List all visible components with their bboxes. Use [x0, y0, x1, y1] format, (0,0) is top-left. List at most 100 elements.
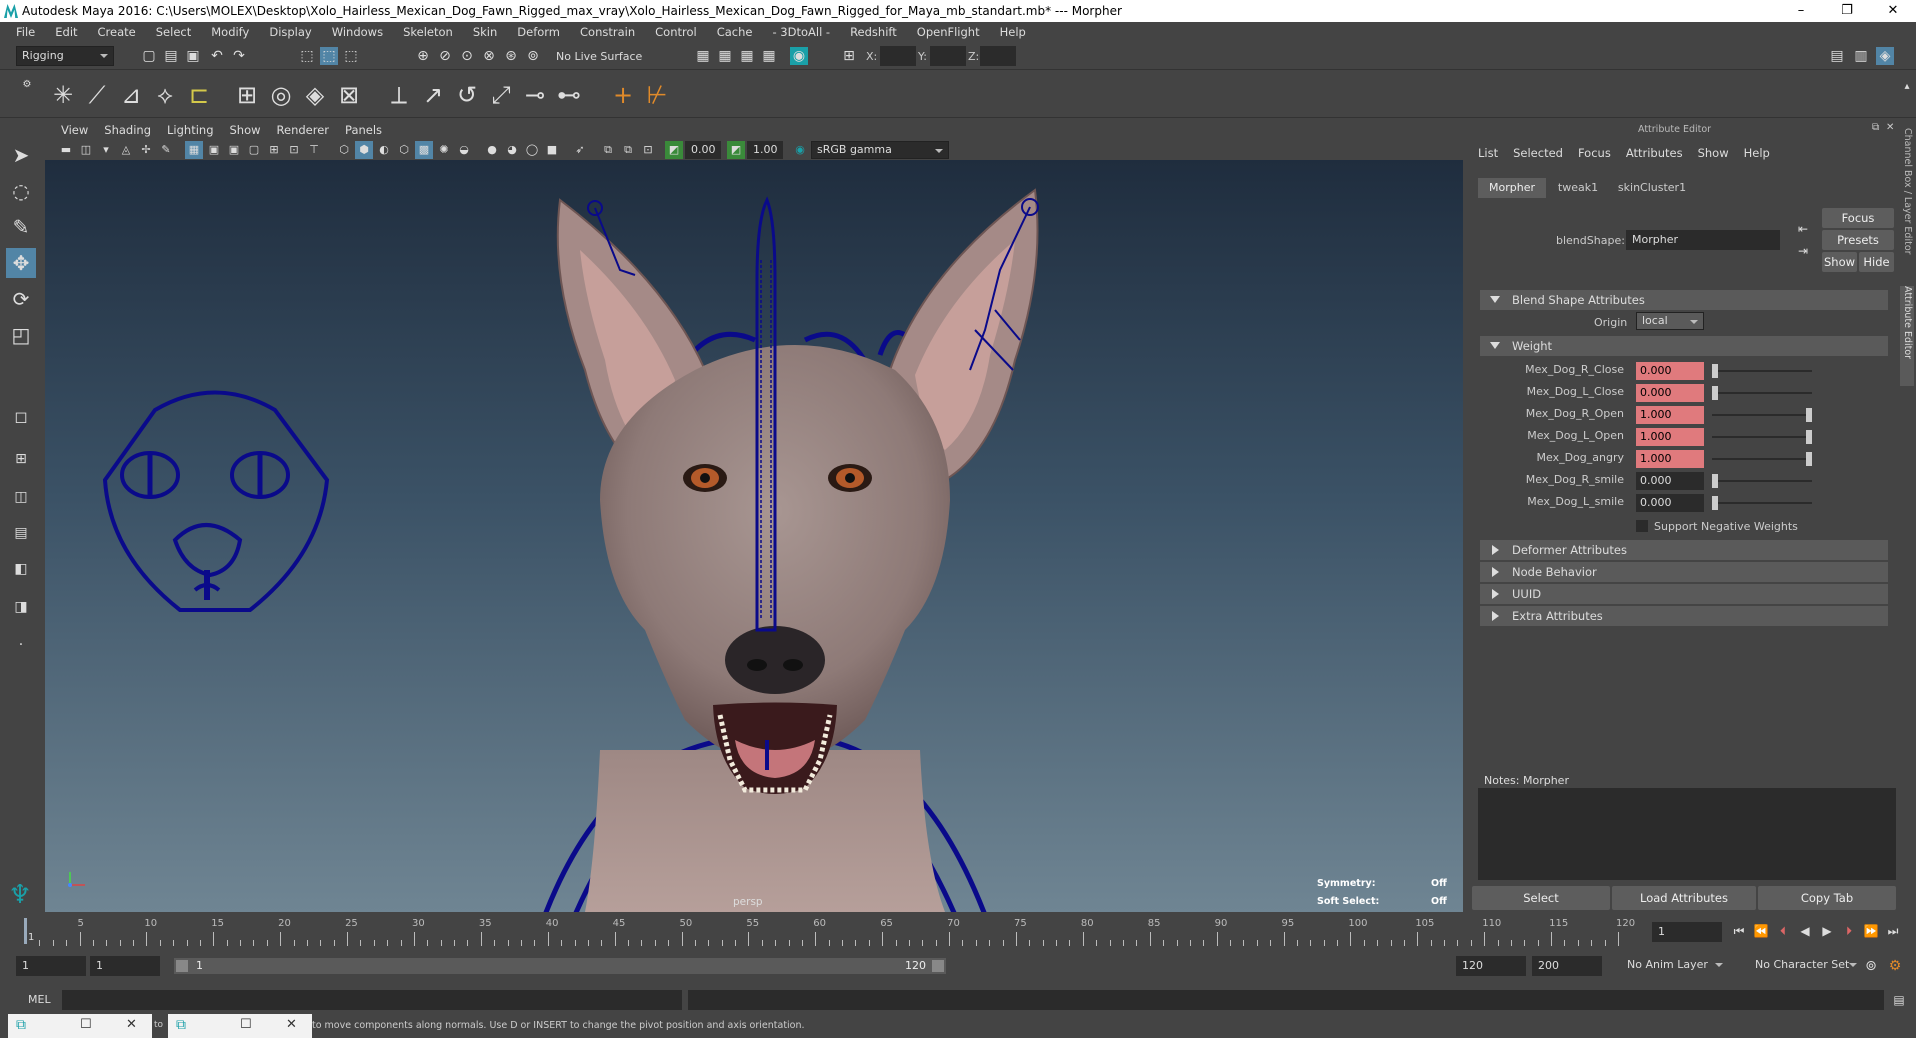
smooth-shade-icon[interactable]: ⬢ [355, 141, 373, 159]
panel-menu-show[interactable]: Show [222, 120, 269, 140]
select-object-icon[interactable]: ⬚ [320, 47, 338, 65]
weight-value-field[interactable]: 0.000 [1636, 494, 1704, 512]
weight-slider-handle[interactable] [1806, 408, 1812, 422]
snap-plane-icon[interactable]: ⊚ [524, 47, 542, 65]
layout-outliner-icon[interactable]: ◧ [6, 554, 36, 584]
camera-attributes-icon[interactable]: ◫ [77, 141, 95, 159]
restore-icon[interactable]: ☐ [80, 1017, 92, 1032]
tab-channel-box[interactable]: Channel Box / Layer Editor [1900, 128, 1914, 268]
ae-menu-show[interactable]: Show [1698, 146, 1729, 160]
snap-surface-icon[interactable]: ⊛ [502, 47, 520, 65]
play-back-icon[interactable]: ◀ [1796, 922, 1814, 940]
panel-menu-lighting[interactable]: Lighting [159, 120, 221, 140]
ik-handle-icon[interactable]: ⊏ [182, 78, 216, 112]
insert-joint-icon[interactable]: ⟋ [80, 78, 114, 112]
weight-slider-handle[interactable] [1806, 430, 1812, 444]
attribute-editor-toggle-icon[interactable]: ◈ [1876, 47, 1894, 65]
blendshape-name-field[interactable]: Morpher [1626, 230, 1780, 250]
film-gate-icon[interactable]: ▣ [205, 141, 223, 159]
weight-slider[interactable] [1712, 408, 1812, 422]
tab-tweak1[interactable]: tweak1 [1548, 178, 1608, 198]
menu-help[interactable]: Help [990, 22, 1036, 42]
section-extra-attributes[interactable]: Extra Attributes [1480, 606, 1888, 626]
ae-menu-list[interactable]: List [1478, 146, 1498, 160]
restore-icon[interactable]: ☐ [240, 1017, 252, 1032]
menu-openflight[interactable]: OpenFlight [907, 22, 990, 42]
menu-modify[interactable]: Modify [201, 22, 259, 42]
script-editor-icon[interactable]: ▤ [1890, 991, 1908, 1009]
xray-joints-icon[interactable]: ⧉ [619, 141, 637, 159]
panel-menu-renderer[interactable]: Renderer [269, 120, 338, 140]
section-weight[interactable]: Weight [1480, 336, 1888, 356]
ae-close-icon[interactable]: ✕ [1886, 122, 1894, 133]
xray-icon[interactable]: ⧉ [599, 141, 617, 159]
isolate-select-icon[interactable]: ➶ [571, 141, 589, 159]
paint-select-icon[interactable]: ✎ [6, 212, 36, 242]
panel-menu-panels[interactable]: Panels [337, 120, 390, 140]
weight-slider-handle[interactable] [1806, 452, 1812, 466]
motion-blur-icon[interactable]: ◕ [503, 141, 521, 159]
menu-edit[interactable]: Edit [45, 22, 87, 42]
anim-layer-dropdown[interactable]: No Anim Layer [1622, 956, 1728, 976]
new-scene-icon[interactable]: ▢ [140, 47, 158, 65]
snap-grid-icon[interactable]: ⊕ [414, 47, 432, 65]
panel-menu-shading[interactable]: Shading [96, 120, 159, 140]
menu-constrain[interactable]: Constrain [570, 22, 645, 42]
live-surface-label[interactable]: No Live Surface [556, 50, 642, 63]
select-button[interactable]: Select [1472, 886, 1610, 910]
orient-joint-icon[interactable]: ⟡ [148, 78, 182, 112]
playback-end-field[interactable]: 120 [1456, 956, 1526, 976]
grease-pencil-icon[interactable]: ✎ [157, 141, 175, 159]
menu-control[interactable]: Control [645, 22, 707, 42]
tab-attribute-editor[interactable]: Attribute Editor [1900, 286, 1914, 386]
maya-home-icon[interactable]: ♆ [4, 880, 36, 910]
shelf-scroll-icon[interactable]: ▴ [1898, 78, 1916, 96]
section-deformer-attributes[interactable]: Deformer Attributes [1480, 540, 1888, 560]
gate-mask-icon[interactable]: ▢ [245, 141, 263, 159]
ae-menu-attributes[interactable]: Attributes [1626, 146, 1683, 160]
view-transform-dropdown[interactable]: sRGB gamma [811, 141, 949, 159]
grid-icon[interactable]: ▦ [185, 141, 203, 159]
locator-icon[interactable]: + [606, 78, 640, 112]
joint-orient-helper-icon[interactable]: ⊬ [640, 78, 674, 112]
gamma-icon[interactable]: ◩ [727, 141, 745, 159]
select-camera-icon[interactable]: ▬ [57, 141, 75, 159]
panel-menu-view[interactable]: View [53, 120, 96, 140]
create-joint-icon[interactable]: ✳ [46, 78, 80, 112]
redo-icon[interactable]: ↷ [230, 47, 248, 65]
range-start-handle[interactable] [176, 960, 188, 972]
mel-input[interactable] [62, 990, 682, 1010]
menu-create[interactable]: Create [88, 22, 146, 42]
ae-float-icon[interactable]: ⧉ [1872, 122, 1879, 133]
mel-label[interactable]: MEL [28, 993, 51, 1006]
weight-slider-handle[interactable] [1712, 364, 1718, 378]
time-slider[interactable]: 1 5 10 15 20 25 30 35 40 45 50 55 60 65 70 75 80 85 90 95 1… [0, 916, 1916, 946]
range-end-handle[interactable] [932, 960, 944, 972]
lattice-icon[interactable]: ◈ [298, 78, 332, 112]
menu-file[interactable]: File [6, 22, 45, 42]
menuset-dropdown[interactable]: Rigging [16, 46, 114, 66]
weight-slider[interactable] [1712, 452, 1812, 466]
x-field[interactable] [880, 46, 916, 66]
scale-constraint-icon[interactable]: ⤢ [484, 78, 518, 112]
menu-select[interactable]: Select [146, 22, 201, 42]
select-tool-icon[interactable]: ➤ [6, 140, 36, 170]
support-negative-checkbox[interactable] [1636, 520, 1648, 532]
weight-slider[interactable] [1712, 474, 1812, 488]
menu-redshift[interactable]: Redshift [840, 22, 907, 42]
minimize-button[interactable]: – [1778, 0, 1824, 22]
aim-constraint-icon[interactable]: ⊸ [518, 78, 552, 112]
start-time-field[interactable]: 1 [16, 956, 86, 976]
menu-deform[interactable]: Deform [507, 22, 570, 42]
safe-action-icon[interactable]: ⊡ [285, 141, 303, 159]
weight-value-field[interactable]: 1.000 [1636, 406, 1704, 424]
point-constraint-icon[interactable]: ↗ [416, 78, 450, 112]
weight-slider-handle[interactable] [1712, 474, 1718, 488]
open-scene-icon[interactable]: ▤ [162, 47, 180, 65]
cluster-icon[interactable]: ⊠ [332, 78, 366, 112]
show-button[interactable]: Show [1822, 252, 1857, 272]
save-scene-icon[interactable]: ▣ [184, 47, 202, 65]
output-connection-icon[interactable]: ⇥ [1794, 242, 1812, 260]
use-all-lights-icon[interactable]: ✺ [435, 141, 453, 159]
menu-windows[interactable]: Windows [322, 22, 393, 42]
